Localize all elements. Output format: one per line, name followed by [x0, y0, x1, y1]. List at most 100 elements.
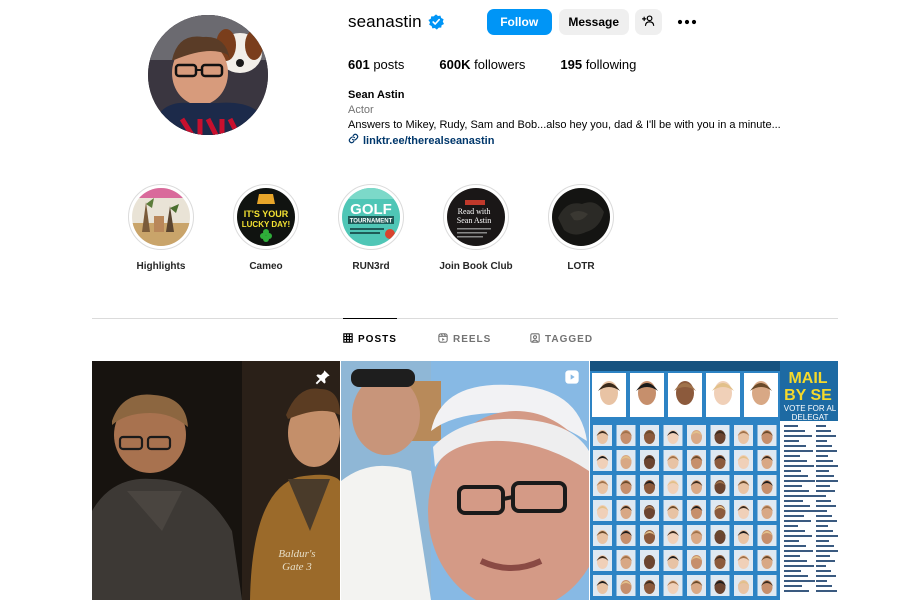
delegate-list-line [816, 500, 831, 502]
candidate-thumbnail [710, 500, 730, 521]
highlight-label: RUN3rd [352, 261, 390, 272]
delegate-list-line [816, 530, 833, 532]
post-tile[interactable] [341, 361, 589, 600]
candidate-thumbnail [640, 475, 659, 496]
delegate-list-line [784, 590, 809, 592]
tab-tagged[interactable]: TAGGED [530, 318, 593, 360]
candidate-thumbnail [757, 525, 777, 546]
profile-avatar[interactable] [148, 15, 268, 135]
cameo-art-text-1: IT'S YOUR [244, 209, 289, 219]
delegate-list-line [784, 515, 804, 517]
profile-tabs: POSTS REELS TAGGED [92, 318, 838, 360]
story-highlights: Highlights IT'S YOUR LUCKY DAY! Cameo GO… [0, 184, 900, 284]
candidate-thumbnail [616, 500, 636, 521]
delegate-list-line [816, 485, 830, 487]
candidate-thumbnail [593, 500, 612, 521]
candidate-thumbnail [616, 575, 636, 596]
following-stat[interactable]: 195 following [560, 57, 636, 72]
highlight-cover: Read with Sean Astin [447, 188, 505, 246]
candidate-thumbnail [687, 425, 706, 446]
book-club-art-text-1: Read with [458, 207, 491, 216]
candidate-portrait [668, 373, 702, 417]
candidate-thumbnail [734, 500, 753, 521]
candidate-thumbnail [710, 575, 730, 596]
highlight-cameo[interactable]: IT'S YOUR LUCKY DAY! Cameo [221, 184, 311, 272]
candidate-thumbnail [640, 525, 659, 546]
candidate-thumbnail [687, 475, 706, 496]
candidate-thumbnail [757, 475, 777, 496]
run3rd-art-text-1: GOLF [350, 201, 392, 218]
candidate-thumbnail [734, 525, 753, 546]
candidate-thumbnail [663, 475, 683, 496]
candidate-thumbnail [734, 550, 753, 571]
candidate-thumbnail [710, 425, 730, 446]
username: seanastin [348, 12, 422, 31]
delegate-list-line [816, 470, 829, 472]
highlight-lotr[interactable]: LOTR [536, 184, 626, 272]
candidate-thumbnail [757, 550, 777, 571]
candidate-thumbnail [640, 500, 659, 521]
delegate-list-line [784, 445, 806, 447]
post-tile[interactable]: Baldur's Gate 3 [92, 361, 340, 600]
bio-description: Answers to Mikey, Rudy, Sam and Bob...al… [348, 119, 781, 131]
follow-button[interactable]: Follow [486, 9, 552, 35]
followers-stat[interactable]: 600K followers [439, 57, 525, 72]
candidate-thumbnail [663, 550, 683, 571]
posts-grid: Baldur's Gate 3 MAIL BY SE VOTE FOR AL D… [92, 361, 838, 600]
highlight-label: Join Book Club [439, 261, 513, 272]
highlight-ring [128, 184, 194, 250]
delegate-list-line [816, 515, 832, 517]
tab-posts-label: POSTS [358, 334, 397, 345]
pin-icon [315, 369, 331, 390]
delegate-list-line [784, 580, 815, 582]
highlight-run3rd[interactable]: GOLF TOURNAMENT RUN3rd [326, 184, 416, 272]
delegate-list-line [784, 550, 813, 552]
highlight-ring [548, 184, 614, 250]
delegate-list-line [784, 535, 812, 537]
more-options-icon[interactable] [676, 11, 698, 33]
delegate-list-line [816, 580, 827, 582]
candidate-thumbnail [593, 525, 612, 546]
candidate-thumbnail [663, 500, 683, 521]
highlight-highlights[interactable]: Highlights [116, 184, 206, 272]
candidate-thumbnail [757, 450, 777, 471]
candidate-thumbnail [640, 425, 659, 446]
tagged-icon [530, 332, 545, 346]
candidate-thumbnail [734, 475, 753, 496]
candidate-thumbnail [687, 575, 706, 596]
delegate-list-line [816, 585, 832, 587]
link-icon [348, 133, 363, 149]
delegate-list-line [784, 480, 815, 482]
delegate-list-line [816, 505, 836, 507]
highlight-label: Highlights [136, 261, 186, 272]
candidate-thumbnail [616, 525, 636, 546]
delegate-list-line [784, 510, 817, 512]
delegate-list-line [784, 485, 802, 487]
delegate-list-line [816, 540, 829, 542]
suggested-users-button[interactable] [634, 9, 662, 35]
candidate-portrait [630, 373, 664, 417]
delegate-list-line [816, 475, 834, 477]
post-tile[interactable]: MAIL BY SE VOTE FOR AL DELEGAT [590, 361, 838, 600]
candidate-thumbnail [687, 500, 706, 521]
delegate-list-line [816, 510, 827, 512]
delegate-list-line [784, 570, 801, 572]
delegate-list-line [784, 555, 800, 557]
tab-reels[interactable]: REELS [438, 318, 491, 360]
highlight-cover [132, 188, 190, 246]
profile-stats: 601 posts 600K followers 195 following [348, 57, 671, 72]
candidate-thumbnail [734, 450, 753, 471]
candidate-portrait [592, 373, 626, 417]
tab-posts[interactable]: POSTS [343, 318, 397, 360]
delegate-list-line [816, 535, 838, 537]
bio-link[interactable]: linktr.ee/therealseanastin [348, 133, 781, 149]
delegate-list-line [816, 435, 836, 437]
full-name: Sean Astin [348, 89, 405, 101]
candidate-thumbnail [593, 450, 612, 471]
highlight-join-book-club[interactable]: Read with Sean Astin Join Book Club [431, 184, 521, 272]
message-button[interactable]: Message [558, 9, 629, 35]
delegate-list-line [816, 520, 837, 522]
posts-count: 601 [348, 57, 370, 72]
delegate-list-line [816, 570, 831, 572]
delegate-list-line [784, 425, 798, 427]
